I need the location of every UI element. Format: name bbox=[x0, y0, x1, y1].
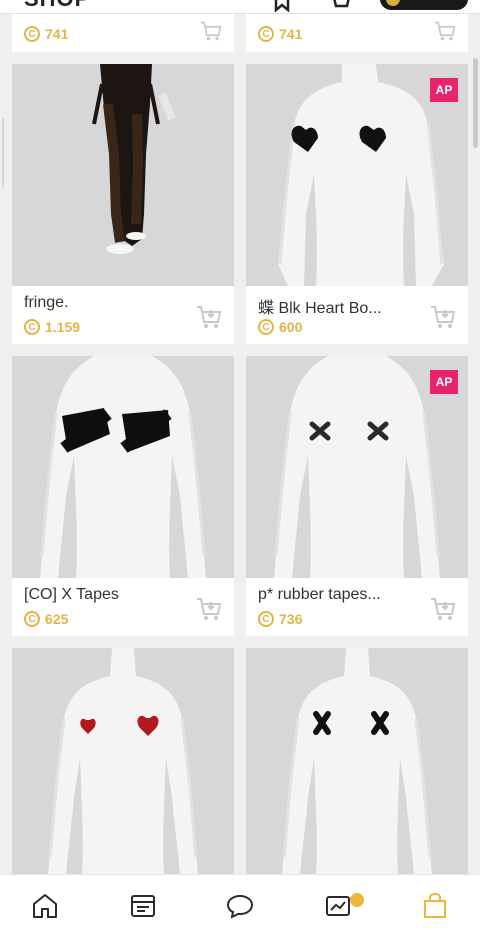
product-price: 625 bbox=[45, 611, 69, 627]
product-image bbox=[12, 356, 234, 578]
product-card[interactable]: AP 蝶 Blk Heart Bo... C 600 bbox=[246, 64, 468, 344]
product-price: 600 bbox=[279, 319, 303, 335]
nav-shop[interactable] bbox=[420, 891, 450, 921]
notification-dot bbox=[350, 893, 364, 907]
scroll-edge bbox=[2, 118, 4, 188]
coin-icon: C bbox=[258, 319, 274, 335]
cart-icon[interactable] bbox=[328, 0, 350, 12]
add-to-cart-icon[interactable] bbox=[434, 20, 456, 42]
chat-icon bbox=[226, 894, 254, 919]
product-card-partial-1[interactable]: C 741 bbox=[12, 14, 234, 52]
ap-badge: AP bbox=[430, 370, 458, 394]
add-to-cart-icon[interactable] bbox=[430, 596, 456, 622]
currency-balance[interactable] bbox=[380, 0, 468, 10]
product-price: 741 bbox=[45, 26, 69, 42]
product-image: AP bbox=[246, 356, 468, 578]
product-name: p* rubber tapes... bbox=[258, 586, 381, 603]
product-card[interactable] bbox=[12, 648, 234, 874]
ap-badge: AP bbox=[430, 78, 458, 102]
scrollbar[interactable] bbox=[473, 58, 478, 148]
coin-icon bbox=[386, 0, 400, 6]
add-to-cart-icon[interactable] bbox=[196, 596, 222, 622]
product-price: 741 bbox=[279, 26, 303, 42]
add-to-cart-icon[interactable] bbox=[430, 304, 456, 330]
coin-icon: C bbox=[258, 611, 274, 627]
coin-icon: C bbox=[24, 26, 40, 42]
page-title: SHOP bbox=[24, 0, 90, 12]
product-card-partial-2[interactable]: C 741 bbox=[246, 14, 468, 52]
product-name: 蝶 Blk Heart Bo... bbox=[258, 300, 382, 317]
bottom-navigation bbox=[0, 874, 480, 930]
coin-icon: C bbox=[24, 611, 40, 627]
top-bar: SHOP bbox=[0, 0, 480, 14]
product-image bbox=[12, 64, 234, 286]
product-card[interactable] bbox=[246, 648, 468, 874]
product-name: [CO] X Tapes bbox=[24, 586, 119, 603]
nav-feed[interactable] bbox=[323, 891, 353, 921]
home-icon bbox=[33, 894, 57, 918]
nav-chat[interactable] bbox=[225, 891, 255, 921]
nav-home[interactable] bbox=[30, 891, 60, 921]
product-image bbox=[246, 648, 468, 874]
product-price: 736 bbox=[279, 611, 303, 627]
product-image: AP bbox=[246, 64, 468, 286]
product-card[interactable]: AP p* rubber tapes... C 736 bbox=[246, 356, 468, 636]
add-to-cart-icon[interactable] bbox=[200, 20, 222, 42]
product-price: 1.159 bbox=[45, 319, 81, 335]
feed-icon bbox=[326, 896, 350, 916]
coin-icon: C bbox=[258, 26, 274, 42]
add-to-cart-icon[interactable] bbox=[196, 304, 222, 330]
product-image bbox=[12, 648, 234, 874]
catalog-icon bbox=[131, 895, 155, 917]
bookmark-icon[interactable] bbox=[272, 0, 292, 12]
nav-catalog[interactable] bbox=[128, 891, 158, 921]
product-name: fringe. bbox=[24, 294, 69, 311]
product-card[interactable]: [CO] X Tapes C 625 bbox=[12, 356, 234, 636]
coin-icon: C bbox=[24, 319, 40, 335]
shop-bag-icon bbox=[424, 892, 446, 918]
product-card[interactable]: fringe. C 1.159 bbox=[12, 64, 234, 344]
